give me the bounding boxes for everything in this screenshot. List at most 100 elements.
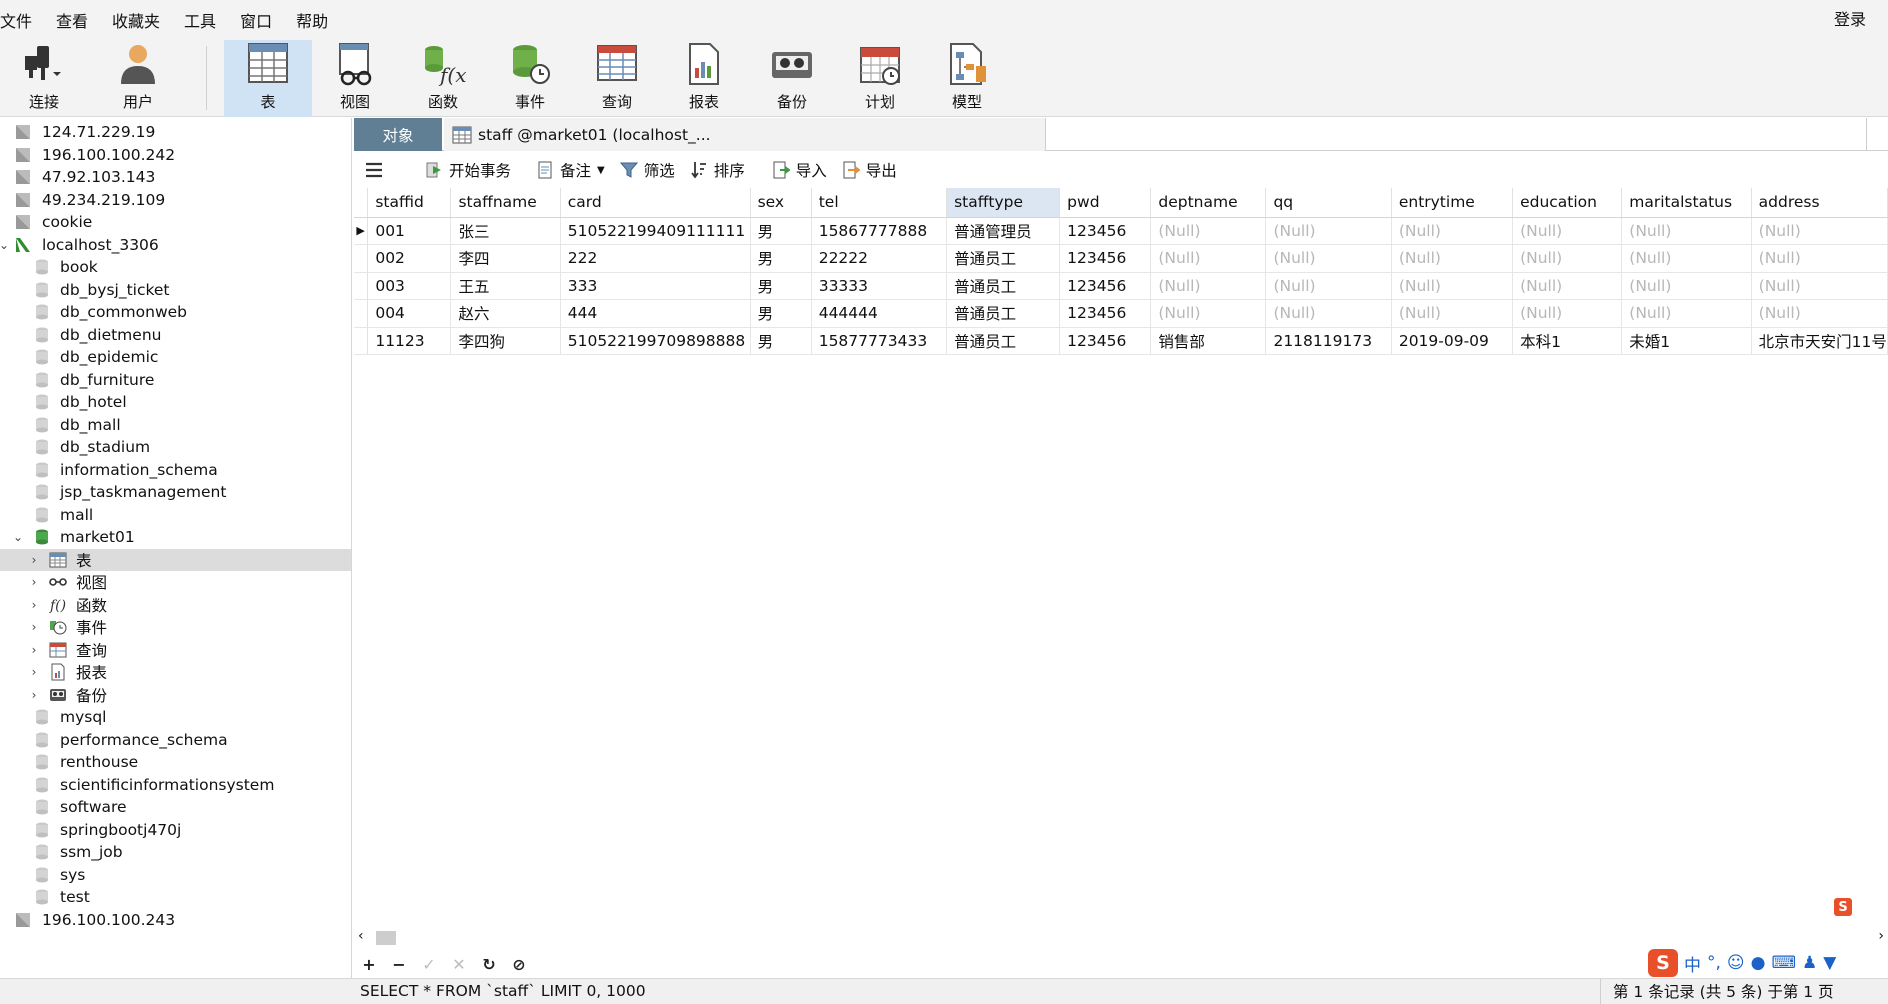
cell-address[interactable]: (Null) xyxy=(1751,244,1888,273)
column-header-staffid[interactable]: staffid xyxy=(367,188,452,218)
column-header-staffname[interactable]: staffname xyxy=(450,188,561,218)
refresh-icon[interactable]: ↻ xyxy=(474,955,504,974)
cell-pwd[interactable]: 123456 xyxy=(1059,327,1152,355)
cell-qq[interactable]: (Null) xyxy=(1265,217,1392,245)
export-button[interactable]: 导出 xyxy=(841,159,897,181)
tree-database[interactable]: ssm_job xyxy=(0,841,351,864)
cell-maritalstatus[interactable]: (Null) xyxy=(1621,272,1752,300)
tree-database[interactable]: jsp_taskmanagement xyxy=(0,481,351,504)
tree-object-group[interactable]: › 查询 xyxy=(0,639,351,662)
scrollbar-thumb[interactable] xyxy=(376,931,396,945)
keyboard-icon[interactable]: ⌨ xyxy=(1771,953,1796,973)
menu-favorites[interactable]: 收藏夹 xyxy=(100,8,172,32)
chevron-down-icon[interactable]: ⌄ xyxy=(12,530,24,544)
punctuation-icon[interactable]: °, xyxy=(1707,953,1721,973)
cell-card[interactable]: 510522199709898888 xyxy=(560,327,751,355)
tree-database[interactable]: mall xyxy=(0,504,351,527)
tree-database[interactable]: software xyxy=(0,796,351,819)
cell-maritalstatus[interactable]: (Null) xyxy=(1621,217,1752,245)
tree-database[interactable]: renthouse xyxy=(0,751,351,774)
cell-deptname[interactable]: (Null) xyxy=(1150,244,1267,273)
toolbar-user-button[interactable]: 用户 xyxy=(96,40,180,117)
cell-entrytime[interactable]: 2019-09-09 xyxy=(1391,327,1514,355)
cell-maritalstatus[interactable]: (Null) xyxy=(1621,299,1752,328)
memo-button[interactable]: 备注 ▼ xyxy=(535,159,605,181)
cell-stafftype[interactable]: 普通员工 xyxy=(946,327,1061,355)
row-indicator[interactable] xyxy=(354,327,369,355)
chevron-down-icon[interactable]: ▼ xyxy=(597,165,605,176)
cell-maritalstatus[interactable]: 未婚1 xyxy=(1621,327,1752,355)
menu-help[interactable]: 帮助 xyxy=(284,8,340,32)
apply-changes-icon[interactable]: ✓ xyxy=(414,955,444,974)
menu-file[interactable]: 文件 xyxy=(0,8,44,32)
tree-database[interactable]: mysql xyxy=(0,706,351,729)
import-button[interactable]: 导入 xyxy=(771,159,827,181)
horizontal-scrollbar[interactable]: ‹ › xyxy=(354,928,1888,948)
cell-staffname[interactable]: 李四 xyxy=(450,244,561,273)
cell-sex[interactable]: 男 xyxy=(750,244,812,273)
chevron-right-icon[interactable]: › xyxy=(28,553,40,567)
column-header-card[interactable]: card xyxy=(560,188,751,218)
cell-deptname[interactable]: 销售部 xyxy=(1150,327,1267,355)
tree-object-group[interactable]: › 备份 xyxy=(0,684,351,707)
toolbar-function-button[interactable]: f(x) 函数 xyxy=(401,40,485,117)
cell-qq[interactable]: (Null) xyxy=(1265,272,1392,300)
cell-address[interactable]: (Null) xyxy=(1751,272,1888,300)
tree-object-group[interactable]: › 表 xyxy=(0,548,351,571)
cell-entrytime[interactable]: (Null) xyxy=(1391,217,1514,245)
tree-database[interactable]: db_dietmenu xyxy=(0,324,351,347)
column-header-maritalstatus[interactable]: maritalstatus xyxy=(1621,188,1752,218)
cell-deptname[interactable]: (Null) xyxy=(1150,299,1267,328)
tree-database-market01[interactable]: ⌄ market01 xyxy=(0,526,351,549)
cell-education[interactable]: (Null) xyxy=(1512,244,1623,273)
tree-connection[interactable]: cookie xyxy=(0,211,351,234)
add-record-icon[interactable]: + xyxy=(354,955,384,974)
microphone-icon[interactable]: ● xyxy=(1751,953,1766,973)
chevron-right-icon[interactable]: › xyxy=(28,688,40,702)
cell-qq[interactable]: 2118119173 xyxy=(1265,327,1392,355)
user-icon[interactable]: ♟ xyxy=(1802,953,1817,973)
toolbar-event-button[interactable]: 事件 xyxy=(488,40,572,117)
chevron-down-icon[interactable]: ⌄ xyxy=(0,238,10,252)
column-header-address[interactable]: address xyxy=(1751,188,1888,218)
discard-changes-icon[interactable]: ✕ xyxy=(444,955,474,974)
column-header-deptname[interactable]: deptname xyxy=(1150,188,1267,218)
tree-connection[interactable]: 47.92.103.143 xyxy=(0,166,351,189)
tree-connection[interactable]: 49.234.219.109 xyxy=(0,189,351,212)
cell-card[interactable]: 333 xyxy=(560,272,751,300)
cell-education[interactable]: (Null) xyxy=(1512,272,1623,300)
cell-card[interactable]: 444 xyxy=(560,299,751,328)
row-indicator[interactable] xyxy=(354,272,369,300)
cell-staffid[interactable]: 11123 xyxy=(367,327,452,355)
cell-staffid[interactable]: 001 xyxy=(367,217,452,245)
begin-transaction-button[interactable]: 开始事务 xyxy=(424,159,511,181)
tab-staff-table[interactable]: staff @market01 (localhost_... xyxy=(444,118,1046,151)
cell-deptname[interactable]: (Null) xyxy=(1150,272,1267,300)
tree-object-group[interactable]: › 事件 xyxy=(0,616,351,639)
cell-staffname[interactable]: 赵六 xyxy=(450,299,561,328)
tree-connection[interactable]: 196.100.100.243 xyxy=(0,909,351,932)
menu-view[interactable]: 查看 xyxy=(44,8,100,32)
cell-tel[interactable]: 33333 xyxy=(811,272,948,300)
scroll-left-icon[interactable]: ‹ xyxy=(358,928,364,944)
cell-tel[interactable]: 15877773433 xyxy=(811,327,948,355)
tab-overflow-icon[interactable] xyxy=(1866,118,1888,151)
table-row[interactable]: 003 王五 333 男 33333 普通员工 123456 (Null) (Null) (Nul… xyxy=(354,272,1888,300)
cell-stafftype[interactable]: 普通员工 xyxy=(946,244,1061,273)
column-header-entrytime[interactable]: entrytime xyxy=(1391,188,1514,218)
toolbar-table-button[interactable]: 表 xyxy=(224,40,312,117)
tree-database[interactable]: springbootj470j xyxy=(0,819,351,842)
cell-address[interactable]: (Null) xyxy=(1751,299,1888,328)
toolbar-view-button[interactable]: 视图 xyxy=(313,40,397,117)
cell-card[interactable]: 510522199409111111 xyxy=(560,217,751,245)
cell-education[interactable]: 本科1 xyxy=(1512,327,1623,355)
cell-deptname[interactable]: (Null) xyxy=(1150,217,1267,245)
menu-window[interactable]: 窗口 xyxy=(228,8,284,32)
filter-button[interactable]: 筛选 xyxy=(619,159,675,181)
cell-maritalstatus[interactable]: (Null) xyxy=(1621,244,1752,273)
column-header-stafftype[interactable]: stafftype xyxy=(946,188,1061,218)
tree-database[interactable]: book xyxy=(0,256,351,279)
cell-address[interactable]: 北京市天安门11号 xyxy=(1751,327,1888,355)
ime-mode[interactable]: 中 xyxy=(1684,951,1701,976)
chevron-right-icon[interactable]: › xyxy=(28,598,40,612)
